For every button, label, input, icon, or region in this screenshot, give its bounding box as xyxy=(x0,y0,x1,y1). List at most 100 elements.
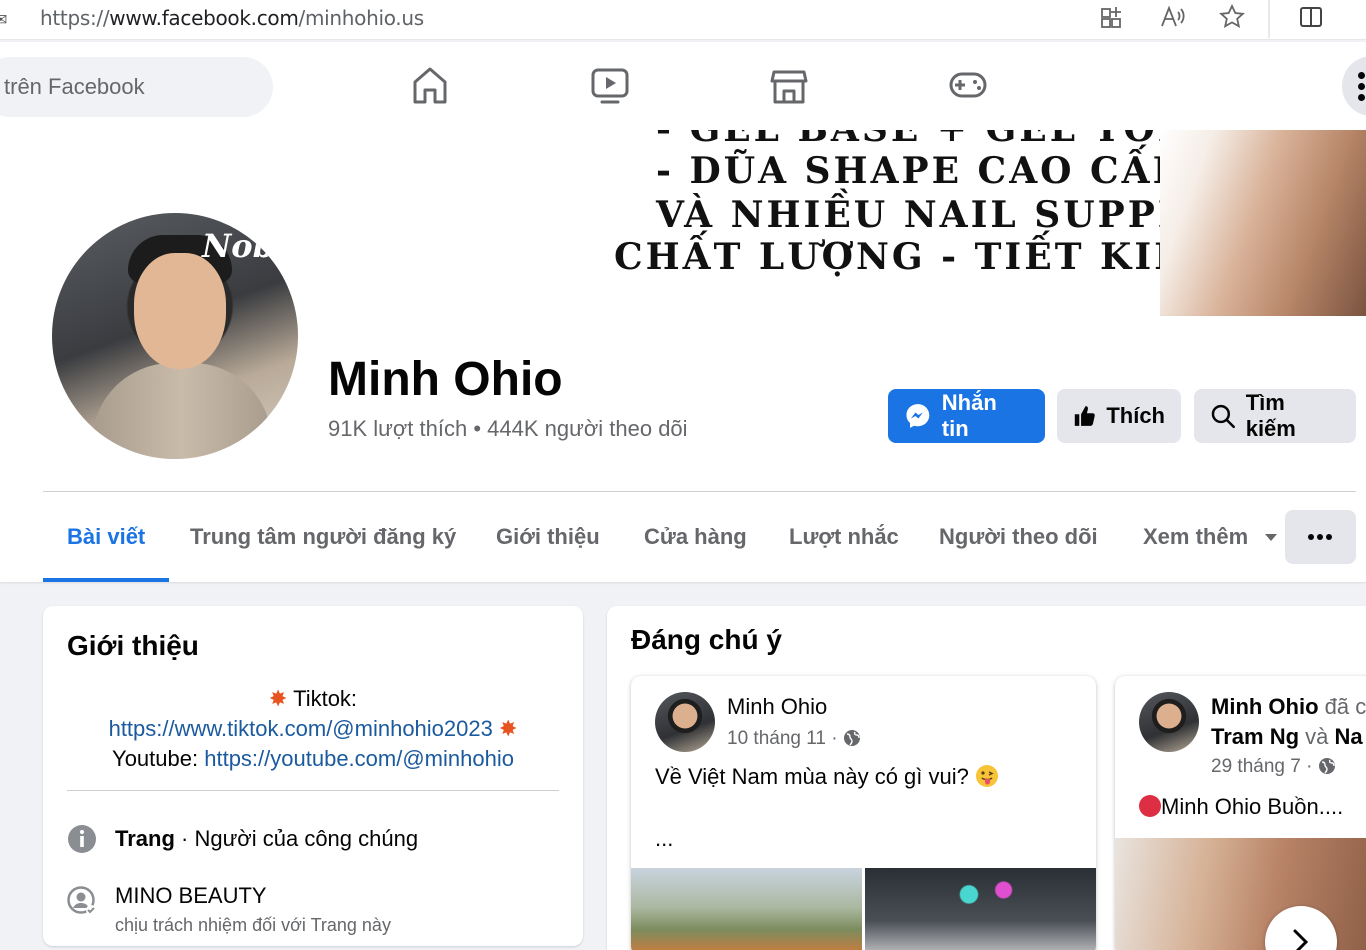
post-text: Minh Ohio Buồn.... xyxy=(1139,794,1343,820)
messenger-icon xyxy=(906,404,930,428)
sparkle-icon: ✸ xyxy=(498,716,518,741)
tab-about[interactable]: Giới thiệu xyxy=(472,496,624,582)
post-date-text: 10 tháng 11 · xyxy=(727,728,838,749)
tagged-person: Tram Ng xyxy=(1211,724,1300,749)
chevron-right-icon xyxy=(1293,929,1309,950)
menu-dots-button[interactable] xyxy=(1342,56,1366,116)
page-category-bold: Trang xyxy=(115,826,175,851)
url-domain: www.facebook.com xyxy=(109,6,299,30)
search-icon xyxy=(1211,404,1235,429)
sparkle-icon: ✸ xyxy=(268,686,288,711)
message-button[interactable]: Nhắn tin xyxy=(888,389,1045,443)
like-button-label: Thích xyxy=(1106,403,1165,428)
facebook-top-nav: trên Facebook xyxy=(0,42,1366,130)
post-photo[interactable] xyxy=(631,868,862,950)
page-search-button[interactable]: Tìm kiếm xyxy=(1194,389,1356,443)
tab-posts[interactable]: Bài viết xyxy=(43,496,170,582)
tongue-emoji-icon xyxy=(976,765,998,787)
tab-subscriber-hub[interactable]: Trung tâm người đăng ký xyxy=(166,496,480,582)
chevron-down-icon xyxy=(1265,534,1278,541)
read-aloud-icon[interactable] xyxy=(1157,4,1187,32)
post-author-name: Minh Ohio xyxy=(1211,694,1319,719)
cover-text-line: - DŨA SHAPE CAO CẤP xyxy=(656,150,1183,192)
tab-mentions[interactable]: Lượt nhắc xyxy=(765,496,923,582)
add-app-icon[interactable] xyxy=(1097,4,1127,32)
gaming-icon[interactable] xyxy=(948,64,988,108)
page-owner-note: chịu trách nhiệm đối với Trang này xyxy=(115,915,391,935)
featured-post[interactable]: Minh Ohio 10 tháng 11 · Về Việt Nam mùa … xyxy=(631,676,1096,950)
tiktok-link[interactable]: https://www.tiktok.com/@minhohio2023 xyxy=(109,716,493,741)
cover-person-image xyxy=(1160,130,1366,316)
youtube-link[interactable]: https://youtube.com/@minhohio xyxy=(204,746,514,771)
tab-followers[interactable]: Người theo dõi xyxy=(915,496,1122,582)
page-category-text: · Người của công chúng xyxy=(174,826,419,851)
post-tagged-people[interactable]: Tram Ng và Na xyxy=(1211,724,1363,750)
url-prefix: https:// xyxy=(40,6,110,30)
post-date[interactable]: 10 tháng 11 · xyxy=(727,728,861,750)
post-text-body: Minh Ohio Buồn.... xyxy=(1161,794,1344,819)
page-owner-icon xyxy=(67,886,97,916)
intro-divider xyxy=(67,790,559,791)
post-avatar[interactable] xyxy=(655,692,715,752)
post-author[interactable]: Minh Ohio đã c xyxy=(1211,694,1366,720)
post-photo[interactable] xyxy=(865,868,1096,950)
favorite-star-icon[interactable] xyxy=(1217,3,1247,32)
featured-title: Đáng chú ý xyxy=(631,624,782,655)
search-button-label: Tìm kiếm xyxy=(1245,390,1296,441)
profile-avatar[interactable]: Nobi xyxy=(48,209,302,463)
intro-title: Giới thiệu xyxy=(67,630,199,661)
dot-icon xyxy=(1326,534,1332,540)
page-category: Trang · Người của công chúng xyxy=(115,826,418,852)
like-button[interactable]: Thích xyxy=(1057,389,1181,443)
header-divider xyxy=(43,491,1356,492)
featured-post[interactable]: Minh Ohio đã c Tram Ng và Na 29 tháng 7 … xyxy=(1115,676,1366,950)
more-options-button[interactable] xyxy=(1285,510,1356,564)
message-button-label: Nhắn tin xyxy=(941,390,997,441)
post-text-body: Về Việt Nam mùa này có gì vui? xyxy=(655,764,969,789)
dot-icon xyxy=(1358,83,1365,90)
dot-icon xyxy=(1308,534,1314,540)
post-text: Về Việt Nam mùa này có gì vui? xyxy=(655,764,999,790)
cover-text-line: - GEL BASE + GEL TOP xyxy=(656,130,1188,150)
tab-shop[interactable]: Cửa hàng xyxy=(620,496,771,582)
facebook-search-input[interactable]: trên Facebook xyxy=(0,57,273,117)
tab-see-more[interactable]: Xem thêm xyxy=(1119,496,1292,582)
tiktok-label: Tiktok: xyxy=(293,686,358,711)
dot-icon xyxy=(1317,534,1323,540)
search-placeholder: trên Facebook xyxy=(4,74,145,99)
featured-card: Đáng chú ý Minh Ohio 10 tháng 11 · Về Vi… xyxy=(607,606,1366,950)
globe-icon xyxy=(1318,758,1335,774)
profile-tabs: Bài viết Trung tâm người đăng ký Giới th… xyxy=(43,496,1356,582)
page-stats[interactable]: 91K lượt thích • 444K người theo dõi xyxy=(328,416,688,442)
tagged-person: Na xyxy=(1334,724,1363,749)
post-avatar[interactable] xyxy=(1139,692,1199,752)
avatar-logo: Nobi xyxy=(202,227,288,265)
post-date[interactable]: 29 tháng 7 · xyxy=(1211,756,1336,778)
dot-icon xyxy=(1358,94,1365,101)
split-screen-icon[interactable] xyxy=(1296,4,1326,32)
intro-bio: ✸ Tiktok: https://www.tiktok.com/@minhoh… xyxy=(67,684,559,774)
tab-see-more-label: Xem thêm xyxy=(1143,524,1249,549)
post-date-text: 29 tháng 7 · xyxy=(1211,756,1313,777)
red-circle-icon xyxy=(1139,795,1161,817)
avatar-face xyxy=(134,253,226,369)
profile-header: Nobi Minh Ohio 91K lượt thích • 444K ngư… xyxy=(0,209,1366,582)
home-icon[interactable] xyxy=(410,64,450,108)
browser-address-bar: ✉ https://www.facebook.com/minhohio.us xyxy=(0,0,1366,40)
tagged-joiner: và xyxy=(1299,724,1335,749)
globe-icon xyxy=(843,730,860,746)
post-author[interactable]: Minh Ohio xyxy=(727,694,827,720)
youtube-label: Youtube: xyxy=(112,746,199,771)
cover-text-line: VÀ NHIỀU NAIL SUPPLY xyxy=(656,194,1213,236)
dot-icon xyxy=(1358,72,1365,79)
page-owner-name: MINO BEAUTY xyxy=(115,883,267,908)
thumbs-up-icon xyxy=(1074,406,1095,426)
post-see-more[interactable]: ... xyxy=(655,826,673,852)
marketplace-icon[interactable] xyxy=(769,64,809,108)
avatar-shirt xyxy=(92,363,272,459)
url-path: /minhohio.us xyxy=(298,6,425,30)
url-field[interactable]: https://www.facebook.com/minhohio.us xyxy=(40,6,424,30)
lock-icon[interactable]: ✉ xyxy=(0,10,7,30)
video-icon[interactable] xyxy=(590,64,630,108)
cover-text-line: CHẤT LƯỢNG - TIẾT KIỆM xyxy=(614,236,1228,278)
